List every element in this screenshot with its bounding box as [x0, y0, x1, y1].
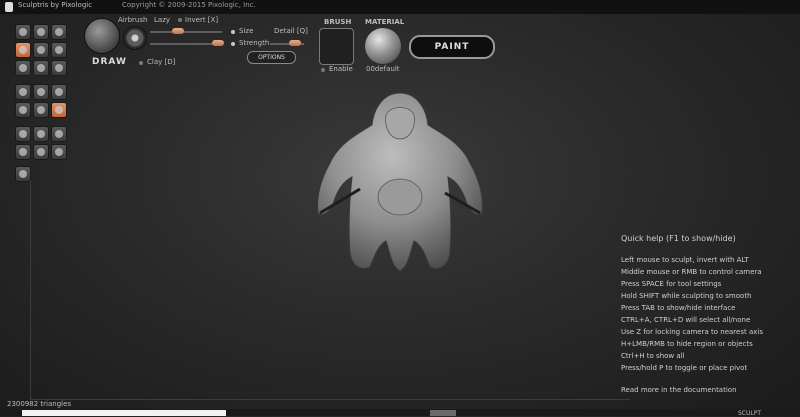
status-progress-bar: [22, 410, 226, 416]
quick-help-title: Quick help (F1 to show/hide): [621, 234, 736, 243]
clay-label: Clay [D]: [147, 58, 176, 66]
quick-help-line: Left mouse to sculpt, invert with ALT: [621, 256, 749, 264]
brush-preview[interactable]: [319, 28, 354, 65]
quick-help-line: Press TAB to show/hide interface: [621, 304, 736, 312]
sculptris-logo-icon: [5, 2, 13, 12]
cut-icon[interactable]: [51, 84, 67, 100]
strength-label: Strength: [239, 39, 270, 47]
goz-icon[interactable]: [15, 166, 31, 182]
brush-enable-toggle[interactable]: [321, 68, 325, 72]
detail-slider-knob[interactable]: [289, 40, 301, 46]
options-button[interactable]: OPTIONS: [247, 51, 296, 64]
viewport-frame-bottom: [30, 399, 630, 400]
clay-toggle[interactable]: [139, 61, 143, 65]
quick-help-line: Press/hold P to toggle or place pivot: [621, 364, 748, 372]
quick-help-line: Middle mouse or RMB to control camera: [621, 268, 762, 276]
sculpt-model[interactable]: [300, 85, 500, 280]
reduce-icon[interactable]: [15, 102, 31, 118]
viewport-frame-left: [30, 180, 31, 400]
invert-label: Invert [X]: [185, 16, 219, 24]
rotate-icon[interactable]: [33, 24, 49, 40]
mask-icon[interactable]: [15, 84, 31, 100]
orange-tool-icon[interactable]: [51, 102, 67, 118]
pan-icon[interactable]: [51, 144, 67, 160]
light-icon[interactable]: [51, 126, 67, 142]
strength-radio[interactable]: [231, 42, 235, 46]
size-label: Size: [239, 27, 254, 35]
sphere-icon[interactable]: [33, 84, 49, 100]
brush-enable-label: Enable: [329, 65, 353, 73]
size-slider[interactable]: [150, 31, 222, 33]
flatten-icon[interactable]: [33, 42, 49, 58]
quick-help-line: Press SPACE for tool settings: [621, 280, 722, 288]
paint-button[interactable]: PAINT: [409, 35, 495, 59]
title-bar: Sculptris by Pixologic Copyright © 2009-…: [0, 0, 800, 14]
app-title: Sculptris by Pixologic: [18, 1, 93, 9]
quick-help-line: Ctrl+H to show all: [621, 352, 685, 360]
material-preview[interactable]: [365, 28, 401, 64]
material-header: MATERIAL: [365, 18, 405, 26]
texture-icon[interactable]: [15, 126, 31, 142]
size-radio[interactable]: [231, 30, 235, 34]
scale-icon[interactable]: [51, 24, 67, 40]
inflate-icon[interactable]: [15, 60, 31, 76]
quick-help-line: CTRL+A, CTRL+D will select all/none: [621, 316, 751, 324]
lazy-label[interactable]: Lazy: [154, 16, 170, 24]
copyright-text: Copyright © 2009-2015 Pixologic, Inc.: [122, 1, 256, 9]
pinch-icon[interactable]: [33, 60, 49, 76]
invert-toggle[interactable]: [178, 18, 182, 22]
draw-icon[interactable]: [15, 42, 31, 58]
material-name: 00default: [366, 65, 400, 73]
draw-label: DRAW: [92, 57, 127, 67]
airbrush-dial[interactable]: [123, 26, 147, 50]
smooth-icon[interactable]: [51, 60, 67, 76]
plane-icon[interactable]: [33, 144, 49, 160]
grid-icon[interactable]: [33, 126, 49, 142]
quick-help-line: Use Z for locking camera to nearest axis: [621, 328, 763, 336]
symmetry-icon[interactable]: [33, 102, 49, 118]
status-segment: [430, 410, 456, 416]
crease-icon[interactable]: [15, 24, 31, 40]
brush-header: BRUSH: [324, 18, 352, 26]
airbrush-label[interactable]: Airbrush: [118, 16, 147, 24]
triangle-count: 2300982 triangles: [7, 400, 72, 408]
documentation-link[interactable]: Read more in the documentation: [621, 386, 737, 394]
detail-label: Detail [Q]: [274, 27, 308, 35]
size-slider-knob[interactable]: [172, 28, 184, 34]
quick-help-line: H+LMB/RMB to hide region or objects: [621, 340, 753, 348]
quick-help-line: Hold SHIFT while sculpting to smooth: [621, 292, 752, 300]
draw-brush-ball[interactable]: [84, 18, 120, 54]
undo-icon[interactable]: [15, 144, 31, 160]
strength-slider-knob[interactable]: [212, 40, 224, 46]
grab-icon[interactable]: [51, 42, 67, 58]
